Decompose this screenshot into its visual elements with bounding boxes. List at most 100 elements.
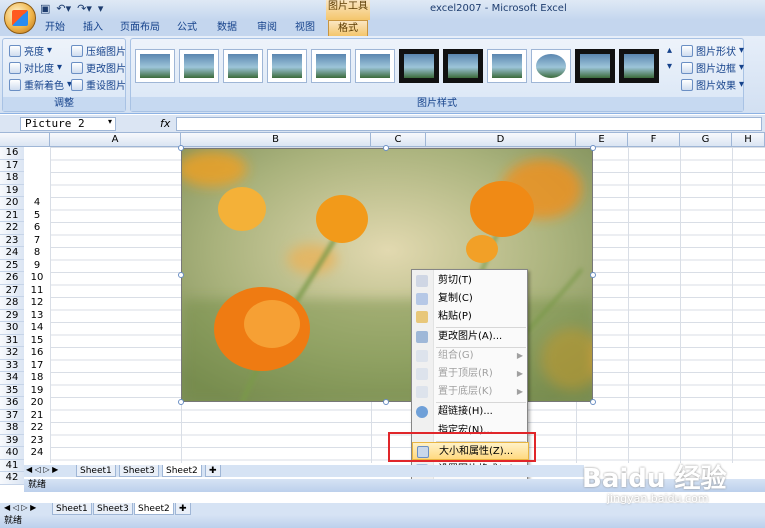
row-header-inner[interactable]: 24: [24, 447, 50, 460]
row-header-inner[interactable]: 20: [24, 397, 50, 410]
column-header-b[interactable]: B: [181, 133, 371, 147]
sheet-tab-outer-3[interactable]: Sheet2: [134, 503, 174, 515]
sheet-tab-outer-1[interactable]: Sheet1: [52, 503, 92, 515]
resize-handle-ne[interactable]: [590, 145, 596, 151]
menu-item-bring-to-front[interactable]: 置于顶层(R) ▶: [412, 365, 529, 383]
resize-handle-sw[interactable]: [178, 399, 184, 405]
office-button[interactable]: [4, 2, 36, 34]
resize-handle-s[interactable]: [383, 399, 389, 405]
sheet-tab-inner-3[interactable]: Sheet2: [162, 465, 202, 477]
row-header[interactable]: 28: [0, 297, 24, 310]
row-header[interactable]: 39: [0, 434, 24, 447]
picture-style-5[interactable]: [311, 49, 351, 83]
row-header[interactable]: 34: [0, 372, 24, 385]
gallery-scroll-down[interactable]: ▾: [667, 61, 672, 72]
row-header[interactable]: 32: [0, 347, 24, 360]
row-header-inner[interactable]: 14: [24, 322, 50, 335]
column-header-h[interactable]: H: [732, 133, 765, 147]
brightness-button[interactable]: 亮度 ▾: [9, 43, 52, 58]
sheet-tab-inner-1[interactable]: Sheet1: [76, 465, 116, 477]
picture-shape-button[interactable]: 图片形状 ▾: [681, 43, 744, 58]
tab-data[interactable]: 数据: [212, 20, 242, 36]
save-icon[interactable]: ▣: [40, 2, 50, 15]
select-all-corner[interactable]: [0, 133, 50, 147]
row-header-inner[interactable]: 4: [24, 197, 50, 210]
resize-handle-e[interactable]: [590, 272, 596, 278]
picture-style-10[interactable]: [531, 49, 571, 83]
picture-style-4[interactable]: [267, 49, 307, 83]
row-header[interactable]: 23: [0, 234, 24, 247]
reset-picture-button[interactable]: 重设图片: [71, 77, 126, 92]
redo-icon[interactable]: ↷▾: [77, 2, 92, 15]
row-header[interactable]: 30: [0, 322, 24, 335]
column-header-c[interactable]: C: [371, 133, 426, 147]
sheet-nav-icon[interactable]: ◀ ◁ ▷ ▶: [26, 465, 58, 474]
tab-insert[interactable]: 插入: [78, 20, 108, 36]
row-header[interactable]: 29: [0, 309, 24, 322]
row-header[interactable]: 22: [0, 222, 24, 235]
insert-sheet-tab-inner[interactable]: ✚: [205, 465, 221, 477]
row-header-inner[interactable]: 11: [24, 285, 50, 298]
picture-style-7[interactable]: [399, 49, 439, 83]
insert-function-button[interactable]: fx: [160, 117, 170, 130]
row-header-inner[interactable]: 7: [24, 235, 50, 248]
menu-item-hyperlink[interactable]: 超链接(H)...: [412, 403, 529, 421]
picture-style-6[interactable]: [355, 49, 395, 83]
row-header-inner[interactable]: 16: [24, 347, 50, 360]
tab-page-layout[interactable]: 页面布局: [118, 20, 162, 36]
menu-item-change-picture[interactable]: 更改图片(A)...: [412, 328, 529, 346]
row-header-inner[interactable]: 15: [24, 335, 50, 348]
row-header[interactable]: 40: [0, 447, 24, 460]
row-header[interactable]: 25: [0, 259, 24, 272]
row-header-inner[interactable]: 13: [24, 310, 50, 323]
picture-border-button[interactable]: 图片边框 ▾: [681, 60, 744, 75]
row-header-inner[interactable]: 23: [24, 435, 50, 448]
row-header-inner[interactable]: 10: [24, 272, 50, 285]
tab-home[interactable]: 开始: [40, 20, 70, 36]
picture-style-9[interactable]: [487, 49, 527, 83]
row-header[interactable]: 31: [0, 334, 24, 347]
menu-item-copy[interactable]: 复制(C): [412, 290, 529, 308]
row-header[interactable]: 38: [0, 422, 24, 435]
sheet-tab-outer-2[interactable]: Sheet3: [93, 503, 133, 515]
column-header-d[interactable]: D: [426, 133, 576, 147]
picture-style-3[interactable]: [223, 49, 263, 83]
row-header[interactable]: 19: [0, 184, 24, 197]
row-header-inner[interactable]: 8: [24, 247, 50, 260]
picture-style-8[interactable]: [443, 49, 483, 83]
contrast-button[interactable]: 对比度 ▾: [9, 60, 62, 75]
row-header[interactable]: 27: [0, 284, 24, 297]
row-header-inner[interactable]: 6: [24, 222, 50, 235]
customize-qat-icon[interactable]: ▾: [98, 2, 104, 15]
row-header[interactable]: 41: [0, 459, 24, 472]
menu-item-paste[interactable]: 粘贴(P): [412, 308, 529, 326]
insert-sheet-tab-outer[interactable]: ✚: [175, 503, 191, 515]
sheet-nav-icon[interactable]: ◀ ◁ ▷ ▶: [4, 503, 36, 512]
column-header-e[interactable]: E: [576, 133, 628, 147]
row-header-inner[interactable]: 21: [24, 410, 50, 423]
undo-icon[interactable]: ↶▾: [56, 2, 71, 15]
row-header[interactable]: 24: [0, 247, 24, 260]
column-header-g[interactable]: G: [680, 133, 732, 147]
picture-style-1[interactable]: [135, 49, 175, 83]
row-header[interactable]: 20: [0, 197, 24, 210]
column-header-a[interactable]: A: [50, 133, 181, 147]
name-box-dropdown-icon[interactable]: ▾: [108, 117, 112, 126]
row-header[interactable]: 17: [0, 159, 24, 172]
gallery-scroll-up[interactable]: ▴: [667, 45, 672, 56]
row-header[interactable]: 18: [0, 172, 24, 185]
resize-handle-se[interactable]: [590, 399, 596, 405]
tab-view[interactable]: 视图: [290, 20, 320, 36]
resize-handle-n[interactable]: [383, 145, 389, 151]
row-header-inner[interactable]: 19: [24, 385, 50, 398]
resize-handle-nw[interactable]: [178, 145, 184, 151]
menu-item-group[interactable]: 组合(G) ▶: [412, 347, 529, 365]
recolor-button[interactable]: 重新着色 ▾: [9, 77, 72, 92]
row-header-inner[interactable]: 18: [24, 372, 50, 385]
row-header[interactable]: 42: [0, 472, 24, 485]
selected-picture[interactable]: [181, 148, 593, 402]
tab-format[interactable]: 格式: [328, 20, 368, 36]
row-header-inner[interactable]: 5: [24, 210, 50, 223]
row-header-inner[interactable]: 9: [24, 260, 50, 273]
picture-effects-button[interactable]: 图片效果 ▾: [681, 77, 744, 92]
